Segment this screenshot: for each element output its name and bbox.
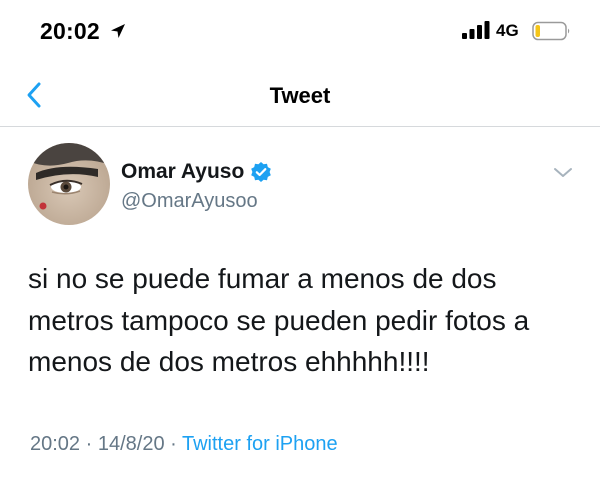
tweet-time: 20:02 (30, 433, 81, 455)
status-time: 20:02 (40, 18, 100, 44)
battery-icon (532, 21, 570, 41)
meta-separator: · (80, 433, 98, 455)
avatar[interactable] (28, 143, 110, 225)
tweet-options-button[interactable] (551, 163, 575, 181)
author-handle[interactable]: @OmarAyusoo (121, 190, 258, 213)
chevron-down-icon (554, 168, 572, 177)
meta-separator: · (164, 433, 182, 455)
author-name[interactable]: Omar Ayuso (121, 160, 244, 184)
verified-badge-icon (251, 162, 272, 182)
tweet-meta: 20:02 · 14/8/20 · Twitter for iPhone (30, 433, 338, 456)
author-name-row[interactable]: Omar Ayuso (121, 158, 272, 186)
tweet-date: 14/8/20 (97, 433, 165, 455)
signal-bars-icon (462, 21, 490, 39)
location-arrow-icon (111, 24, 125, 38)
page-title: Tweet (269, 83, 331, 108)
status-bar: 20:02 4G (0, 0, 600, 62)
network-label: 4G (496, 21, 519, 40)
tweet-source-link[interactable]: Twitter for iPhone (182, 433, 338, 455)
nav-bar: Tweet (0, 62, 600, 127)
avatar-photo (28, 143, 110, 225)
tweet-text: si no se puede fumar a menos de dos metr… (28, 263, 530, 377)
